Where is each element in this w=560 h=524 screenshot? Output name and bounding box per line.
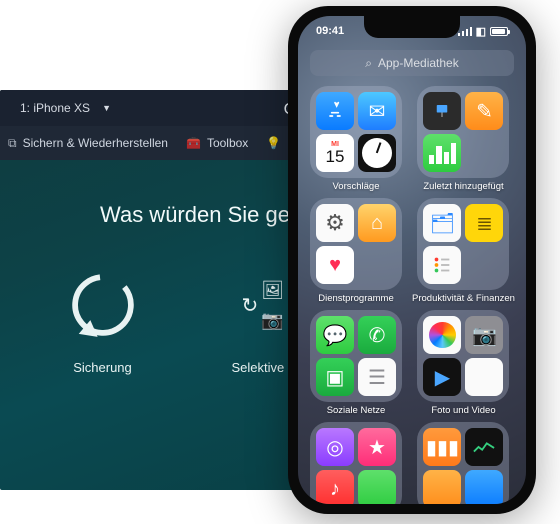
settings-icon: ⚙︎	[316, 204, 354, 242]
home-icon: ⌂	[358, 204, 396, 242]
action-backup[interactable]: Sicherung	[33, 260, 173, 375]
folder-suggestions[interactable]: ✉︎ MI 15 Vorschläge	[310, 86, 402, 192]
notes-icon: ≣	[465, 204, 503, 242]
mini-folder-icon	[465, 246, 503, 284]
chevron-down-icon: ▼	[102, 103, 111, 113]
tab-backup-restore[interactable]: ⧉ Sichern & Wiederherstellen	[8, 136, 168, 151]
device-selector[interactable]: 1: iPhone XS ▼	[12, 97, 119, 119]
blank-app-icon	[465, 358, 503, 396]
numbers-icon	[423, 134, 461, 172]
misc-app-icon	[358, 470, 396, 504]
search-placeholder: App-Mediathek	[378, 56, 459, 70]
status-time: 09:41	[316, 25, 344, 37]
folder-recent[interactable]: ✎ Zuletzt hinzugefügt	[412, 86, 515, 192]
battery-icon	[490, 27, 508, 36]
app-library: ✉︎ MI 15 Vorschläge ✎	[298, 82, 526, 504]
camera-app-icon: 📷	[465, 316, 503, 354]
folder-social[interactable]: 💬 ✆ ▣ ☰ Soziale Netze	[310, 310, 402, 416]
action-label: Sicherung	[33, 360, 173, 375]
books-icon: ▮▮▮	[423, 428, 461, 466]
tab-label: Sichern & Wiederherstellen	[23, 136, 168, 150]
facetime-icon: ▣	[316, 358, 354, 396]
phone-screen: 09:41 ◧ ⌕ App-Mediathek ✉︎ MI 15	[298, 16, 526, 504]
camera-icon: 📷	[260, 307, 286, 333]
photo-icon: 🖼	[260, 277, 286, 303]
pages-icon: ✎	[465, 92, 503, 130]
mini-folder-icon	[358, 246, 396, 284]
folder-label: Zuletzt hinzugefügt	[423, 181, 503, 192]
toolbox-icon: 🧰	[186, 136, 201, 150]
contacts-icon: ☰	[358, 358, 396, 396]
folder-productivity[interactable]: 🗂 ≣ Produktivität & Finanzen	[412, 198, 515, 304]
clock-icon	[358, 134, 396, 172]
files-icon: 🗂	[423, 204, 461, 242]
mini-folder-icon	[465, 134, 503, 172]
bulb-icon: 💡	[266, 136, 281, 150]
device-selector-label: 1: iPhone XS	[20, 101, 90, 115]
tab-toolbox[interactable]: 🧰 Toolbox	[186, 136, 248, 150]
folder-entertainment[interactable]: ◎ ★ ♪	[310, 422, 402, 504]
folder-label: Soziale Netze	[327, 405, 386, 416]
search-icon: ⌕	[365, 56, 372, 71]
keynote-icon	[423, 92, 461, 130]
folder-reading[interactable]: ▮▮▮	[412, 422, 515, 504]
status-bar: 09:41 ◧	[298, 16, 526, 40]
phone-app-icon: ✆	[358, 316, 396, 354]
appstore-icon	[316, 92, 354, 130]
photos-icon	[423, 316, 461, 354]
search-field[interactable]: ⌕ App-Mediathek	[310, 50, 514, 76]
calendar-icon: MI 15	[316, 134, 354, 172]
itunes-icon: ★	[358, 428, 396, 466]
folder-label: Produktivität & Finanzen	[412, 293, 515, 304]
phone-mockup: 09:41 ◧ ⌕ App-Mediathek ✉︎ MI 15	[288, 6, 536, 514]
folder-label: Dienstprogramme	[318, 293, 394, 304]
folder-label: Vorschläge	[332, 181, 379, 192]
health-icon: ♥	[316, 246, 354, 284]
tab-label: Toolbox	[207, 136, 248, 150]
tv-icon: ▶	[423, 358, 461, 396]
folder-photo-video[interactable]: 📷 ▶ Foto und Video	[412, 310, 515, 416]
stocks-icon	[465, 428, 503, 466]
wifi-icon: ◧	[476, 25, 486, 38]
mail-icon: ✉︎	[358, 92, 396, 130]
folder-label: Foto und Video	[431, 405, 495, 416]
messages-icon: 💬	[316, 316, 354, 354]
device-icon: ⧉	[8, 136, 17, 151]
reminders-icon	[423, 246, 461, 284]
misc-app-icon	[423, 470, 461, 504]
podcasts-icon: ◎	[316, 428, 354, 466]
signal-icon	[458, 27, 472, 36]
refresh-icon	[33, 260, 173, 350]
music-icon: ♪	[316, 470, 354, 504]
folder-utilities[interactable]: ⚙︎ ⌂ ♥ Dienstprogramme	[310, 198, 402, 304]
misc-app-icon	[465, 470, 503, 504]
